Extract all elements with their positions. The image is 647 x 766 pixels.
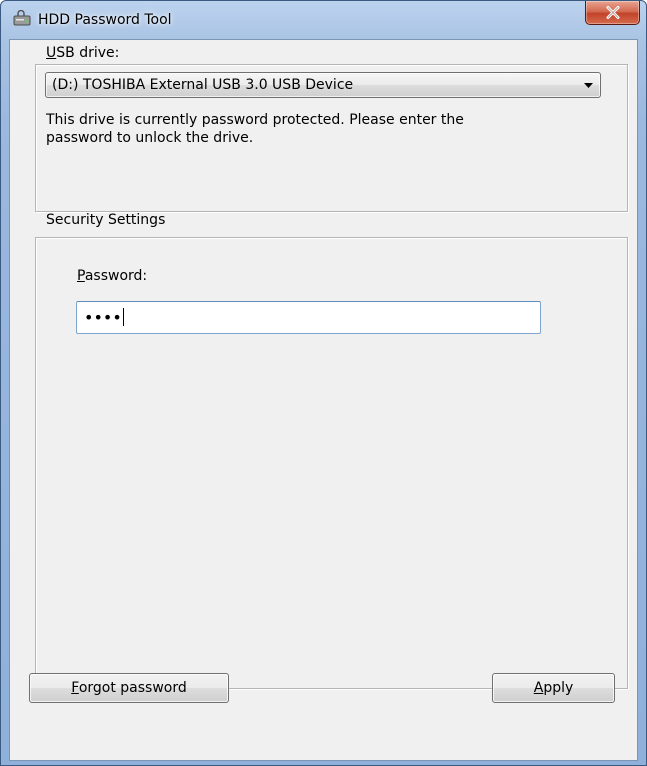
password-label-accel: P <box>77 268 85 284</box>
dialog-client-area <box>9 39 638 761</box>
close-icon <box>606 6 620 19</box>
window-title: HDD Password Tool <box>38 12 172 28</box>
forgot-password-accel: F <box>71 680 79 696</box>
apply-label: pply <box>543 680 574 696</box>
forgot-password-button[interactable]: Forgot password <box>29 673 229 703</box>
apply-accel: A <box>533 680 544 696</box>
password-label-text: assword: <box>84 268 148 284</box>
password-dots: •••• <box>84 308 122 327</box>
hdd-password-tool-icon <box>13 10 31 26</box>
usb-drive-label: USB drive: <box>46 44 119 62</box>
drive-status-text: This drive is currently password protect… <box>46 112 464 146</box>
text-caret <box>122 308 124 326</box>
forgot-password-label: orgot password <box>78 680 187 696</box>
chevron-down-icon <box>584 83 593 88</box>
usb-drive-select[interactable]: (D:) TOSHIBA External USB 3.0 USB Device <box>45 72 601 98</box>
password-masked-value: •••• <box>84 308 124 328</box>
app-window: HDD Password Tool USB drive: (D:) TOSHIB… <box>0 0 647 766</box>
apply-button[interactable]: Apply <box>492 673 615 703</box>
usb-drive-label-accel: U <box>46 45 57 61</box>
usb-drive-label-text: SB drive: <box>56 45 120 61</box>
title-bar[interactable]: HDD Password Tool <box>1 1 646 39</box>
usb-drive-selected-value: (D:) TOSHIBA External USB 3.0 USB Device <box>52 77 354 93</box>
close-button[interactable] <box>585 1 640 25</box>
password-label: Password: <box>77 267 147 285</box>
security-settings-title: Security Settings <box>46 212 166 228</box>
password-field[interactable]: •••• <box>76 301 541 334</box>
